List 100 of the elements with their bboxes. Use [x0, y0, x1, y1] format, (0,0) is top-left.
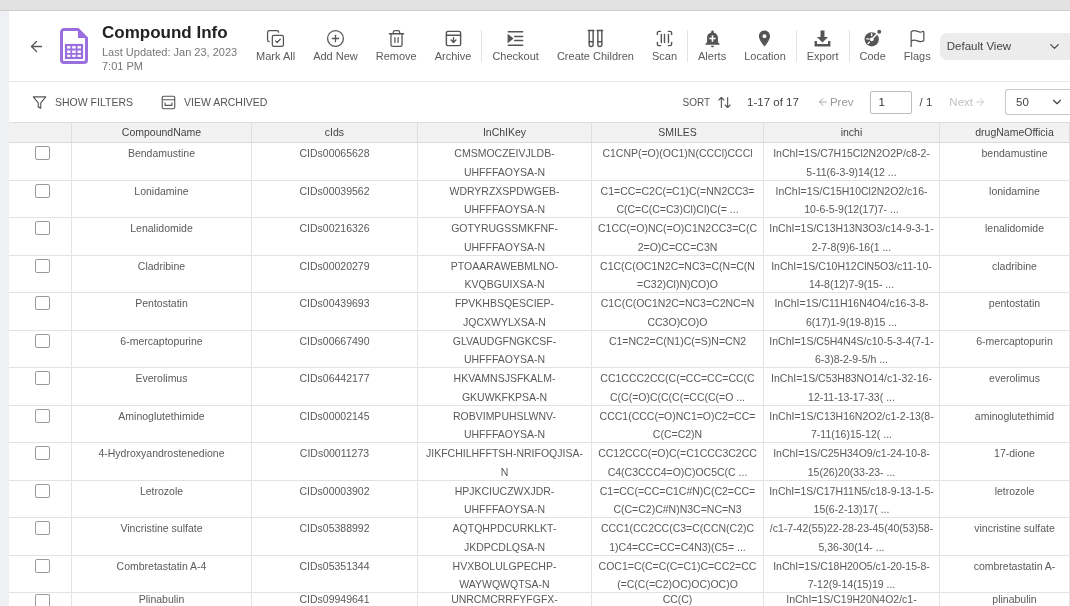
table-cell: Bendamustine [72, 143, 252, 181]
table-cell: Combretastatin A-4 [72, 555, 252, 594]
table-cell: combretastatin A- [940, 555, 1070, 594]
checkout-button[interactable]: Checkout [487, 29, 544, 63]
table-cell: CIDs05388992 [252, 518, 418, 556]
spreadsheet-file-icon [60, 28, 88, 64]
row-checkbox[interactable] [35, 408, 50, 423]
table-cell: /c1-7-42(55)22-28-23-45(40(53)58-5,36-30(14- ... [764, 518, 940, 556]
page-input[interactable]: 1 [869, 90, 912, 114]
table-cell: cladribine [940, 255, 1070, 294]
table-cell: WDRYRZXSPDWGEB-UHFFFAOYSA-N [418, 180, 592, 219]
record-range: 1-17 of 17 [747, 96, 799, 108]
row-checkbox[interactable] [35, 371, 50, 385]
table-cell: lonidamine [940, 180, 1070, 219]
table-cell: Letrozole [72, 480, 252, 519]
row-checkbox[interactable] [35, 333, 50, 348]
plus-circle-icon [325, 29, 345, 48]
location-button[interactable]: Location [739, 29, 791, 63]
table-cell: ROBVIMPUHSLWNV-UHFFFAOYSA-N [418, 405, 592, 444]
export-button[interactable]: Export [801, 29, 844, 63]
table-cell: HVXBOLULGPECHP-WAYWQWQTSA-N [418, 555, 592, 594]
table-cell: InChI=1S/C10H12ClN5O3/c11-10-14-8(12)7-9(15- ... [764, 255, 940, 294]
table-cell: CIDs09949641 [252, 593, 418, 606]
alerts-button[interactable]: Alerts [693, 29, 732, 63]
table-cell: Lonidamine [72, 180, 252, 219]
table-cell: InChI=1S/C13H16N2O2/c1-2-13(8-7-11(16)15-12( ... [764, 405, 940, 444]
row-checkbox[interactable] [35, 146, 50, 160]
table-cell: PTOAARAWEBMLNO-KVQBGUIXSA-N [418, 255, 592, 294]
table-cell: GOTYRUGSSMKFNF-UHFFFAOYSA-N [418, 218, 592, 256]
column-header[interactable]: drugNameOfficia [940, 123, 1070, 142]
create-children-button[interactable]: Create Children [551, 29, 639, 63]
table-cell: CIDs06442177 [252, 368, 418, 406]
copy-check-icon [266, 29, 286, 48]
table-cell: C1CC(=O)NC(=O)C1N2CC3=C(C2=O)C=CC=C3N [592, 218, 764, 256]
table-cell: FPVKHBSQESCIEP-JQCXWYLXSA-N [418, 293, 592, 331]
row-checkbox[interactable] [35, 296, 50, 310]
page-title: Compound Info [102, 22, 229, 43]
table-cell: InChI=1S/C11H16N4O4/c16-3-8-6(17)1-9(19-8)15 ... [764, 293, 940, 331]
row-checkbox[interactable] [35, 183, 50, 198]
column-header[interactable]: cIds [252, 123, 418, 142]
add-new-button[interactable]: Add New [308, 29, 363, 63]
show-filters-button[interactable]: SHOW FILTERS [32, 94, 133, 110]
row-checkbox[interactable] [35, 558, 50, 573]
arrow-left-icon [816, 96, 829, 108]
table-cell: InChI=1S/C53H83NO14/c1-32-16-12-11-13-17-33( ... [764, 368, 940, 406]
remove-button[interactable]: Remove [370, 29, 422, 63]
table-cell: vincristine sulfate [940, 518, 1070, 556]
table-cell: Lenalidomide [72, 218, 252, 256]
view-archived-button[interactable]: VIEW ARCHIVED [161, 94, 268, 110]
row-checkbox[interactable] [35, 221, 50, 235]
row-checkbox[interactable] [35, 483, 50, 498]
row-checkbox[interactable] [35, 446, 50, 460]
archive-button[interactable]: Archive [429, 29, 477, 63]
table-cell: Pentostatin [72, 293, 252, 331]
table-cell: C1CNP(=O)(OC1)N(CCCl)CCCl [592, 143, 764, 181]
table-cell: CIDs00039562 [252, 180, 418, 219]
table-cell: CIDs00020279 [252, 255, 418, 294]
scan-button[interactable]: Scan [646, 29, 683, 63]
table-cell: plinabulin [940, 593, 1070, 606]
table-cell: CIDs05351344 [252, 555, 418, 594]
table-cell: CIDs00003902 [252, 480, 418, 519]
table-cell: 6-mercaptopurine [72, 330, 252, 369]
table-cell: aminoglutethimid [940, 405, 1070, 444]
row-checkbox[interactable] [35, 258, 50, 273]
table-cell: C1C(C(OC1N2C=NC3=C2NC=NCC3O)CO)O [592, 293, 764, 331]
table-cell: bendamustine [940, 143, 1070, 181]
table-cell: Plinabulin [72, 593, 252, 606]
flags-button[interactable]: Flags [898, 29, 936, 63]
table-cell: InChI=1S/C19H20N4O2/c1- [764, 593, 940, 606]
mark-all-button[interactable]: Mark All [251, 29, 301, 63]
box-arrow-down-icon [443, 29, 463, 48]
column-header[interactable]: inchi [764, 123, 940, 142]
table-cell: C1=CC=C2C(=C1)C(=NN2CC3=C(C=C(C=C3)Cl)Cl)C(= ... [592, 180, 764, 219]
table-cell: InChI=1S/C25H34O9/c1-24-10-8-15(26)20(33-23- ... [764, 443, 940, 481]
code-button[interactable]: Code [854, 29, 891, 63]
table-cell: InChI=1S/C18H20O5/c1-20-15-8-7-12(9-14(15)19 ... [764, 555, 940, 594]
table-cell: pentostatin [940, 293, 1070, 331]
table-cell: CMSMOCZEIVJLDB-UHFFFAOYSA-N [418, 143, 592, 181]
table-cell: UNRCMCRRFYFGFX- [418, 593, 592, 606]
column-header[interactable]: CompoundName [72, 123, 252, 142]
table-cell: Cladribine [72, 255, 252, 294]
per-page-select[interactable]: 50 [1005, 89, 1070, 115]
sort-button[interactable]: SORT [682, 94, 733, 110]
table-cell: InChI=1S/C13H13N3O3/c14-9-3-1-2-7-8(9)6-16(1 ... [764, 218, 940, 256]
table-cell: C1=NC2=C(N1)C(=S)N=CN2 [592, 330, 764, 369]
row-checkbox[interactable] [35, 521, 50, 535]
indent-icon [506, 29, 526, 48]
column-header[interactable]: SMILES [592, 123, 764, 142]
view-select[interactable]: Default View [939, 32, 1070, 60]
table-cell: CIDs00011273 [252, 443, 418, 481]
table-cell: CCC1(CC2CC(C3=C(CCN(C2)C1)C4=CC=CC=C4N3)(C5= ... [592, 518, 764, 556]
row-checkbox[interactable] [35, 594, 50, 606]
table-cell: C1=CC(=CC=C1C#N)C(C2=CC=C(C=C2)C#N)N3C=NC=N3 [592, 480, 764, 519]
table-cell: Aminoglutethimide [72, 405, 252, 444]
arrow-right-icon [974, 96, 986, 108]
table-cell: C1C(C(OC1N2C=NC3=C(N=C(N=C32)Cl)N)CO)O [592, 255, 764, 294]
test-tubes-icon [585, 29, 605, 48]
last-updated-text: Last Updated: Jan 23, 2023 7:01 PM [102, 44, 239, 73]
column-header[interactable]: InChIKey [418, 123, 592, 142]
table-cell: lenalidomide [940, 218, 1070, 256]
